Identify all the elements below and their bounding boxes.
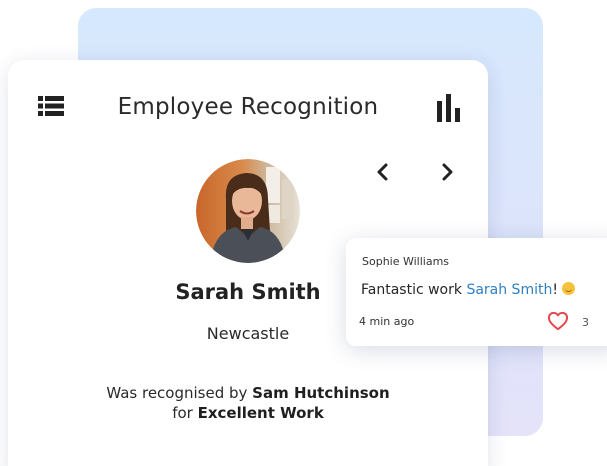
chevron-right-icon[interactable] [436,160,458,184]
page-title: Employee Recognition [117,94,379,120]
like-count: 3 [582,316,589,329]
recognition-prefix: Was recognised by [106,384,253,402]
comment-text-suffix: ! [552,282,558,298]
chevron-left-icon[interactable] [372,160,394,184]
heart-icon[interactable] [547,311,569,331]
comment-author: Sophie Williams [362,255,450,268]
award-name: Excellent Work [197,404,324,422]
recognition-widget-stage: Employee Recognition Sarah Smith Newcast… [0,0,607,466]
smiling-face-emoji-icon [561,282,575,295]
recognizer-name: Sam Hutchinson [252,384,390,402]
comment-text-prefix: Fantastic work [361,282,467,298]
recognition-line-award: for Excellent Work [8,403,488,423]
award-prefix: for [172,404,198,422]
bar-chart-icon[interactable] [436,94,464,122]
avatar [196,159,300,263]
recognition-line-recognizer: Was recognised by Sam Hutchinson [8,383,488,403]
comment-mention-link[interactable]: Sarah Smith [466,282,552,298]
comment-text: Fantastic work Sarah Smith! [361,282,575,298]
comment-card: Sophie Williams Fantastic work Sarah Smi… [346,238,607,346]
recognition-summary: Was recognised by Sam Hutchinson for Exc… [8,383,488,423]
comment-timestamp: 4 min ago [359,315,415,328]
